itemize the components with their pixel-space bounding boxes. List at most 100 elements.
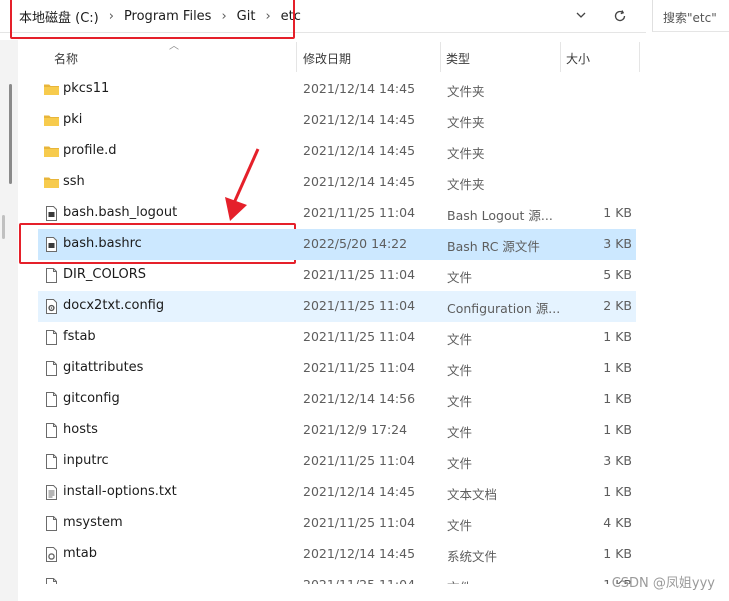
file-name: hosts (63, 422, 98, 437)
file-row[interactable]: bash.bash_logout 2021/11/25 11:04 Bash Log… (38, 198, 636, 229)
file-date: 2021/12/14 14:45 (303, 143, 416, 158)
folder-icon (43, 81, 60, 98)
file-type: 文件 (447, 456, 473, 471)
script-file-icon (43, 205, 60, 222)
file-name: gitattributes (63, 360, 144, 375)
file-row[interactable]: mtab 2021/12/14 14:45 系统文件 1 KB (38, 539, 636, 570)
column-divider[interactable] (639, 42, 640, 72)
scrollbar-thumb[interactable] (9, 84, 12, 184)
folder-icon (43, 143, 60, 160)
file-type: 文件 (447, 332, 473, 347)
system-file-icon (43, 546, 60, 563)
file-date: 2022/5/20 14:22 (303, 236, 408, 251)
sort-up-icon: ︿ (169, 41, 179, 52)
file-type: Bash Logout 源... (447, 208, 553, 223)
file-name: pkcs11 (63, 81, 110, 96)
file-type: 文件 (447, 577, 472, 584)
annotation-box-path (10, 0, 295, 39)
file-row[interactable]: install-options.txt 2021/12/14 14:45 文本文档 1… (38, 477, 636, 508)
column-size[interactable]: 大小 (566, 50, 590, 67)
text-file-icon (43, 484, 60, 501)
file-icon (43, 391, 60, 408)
file-name: gitconfig (63, 391, 120, 406)
file-row[interactable]: 2021/11/25 11:04文件1 KB (38, 570, 636, 584)
file-row[interactable]: gitattributes 2021/11/25 11:04 文件 1 KB (38, 353, 636, 384)
file-icon (43, 422, 60, 439)
file-type: 文本文档 (447, 487, 498, 502)
file-icon (43, 577, 60, 584)
refresh-icon[interactable] (612, 8, 628, 24)
column-type[interactable]: 类型 (446, 50, 470, 67)
file-size: 3 KB (603, 236, 632, 251)
file-size: 1 KB (603, 329, 632, 344)
folder-row[interactable]: ssh 2021/12/14 14:45 文件夹 (38, 167, 636, 198)
file-icon (43, 329, 60, 346)
file-name: pki (63, 112, 83, 127)
file-row[interactable]: inputrc 2021/11/25 11:04 文件 3 KB (38, 446, 636, 477)
scrollbar-segment (2, 215, 5, 239)
file-row[interactable]: fstab 2021/11/25 11:04 文件 1 KB (38, 322, 636, 353)
search-input[interactable]: 搜索"etc" (652, 0, 729, 32)
file-row[interactable]: bash.bashrc 2022/5/20 14:22 Bash RC 源文件 3 K… (38, 229, 636, 260)
file-type: 文件夹 (447, 84, 485, 99)
file-date: 2021/12/14 14:45 (303, 112, 416, 127)
file-type: 文件 (447, 518, 473, 533)
folder-row[interactable]: pkcs11 2021/12/14 14:45 文件夹 (38, 74, 636, 105)
watermark: CSDN @凤姐yyy (611, 576, 715, 591)
folder-row[interactable]: profile.d 2021/12/14 14:45 文件夹 (38, 136, 636, 167)
file-type: 文件夹 (447, 177, 485, 192)
file-date: 2021/11/25 11:04 (303, 360, 416, 375)
folder-icon (43, 112, 60, 129)
file-icon (43, 453, 60, 470)
column-date[interactable]: 修改日期 (303, 50, 351, 67)
file-type: 文件 (447, 363, 473, 378)
file-name: inputrc (63, 453, 109, 468)
file-row[interactable]: DIR_COLORS 2021/11/25 11:04 文件 5 KB (38, 260, 636, 291)
file-row[interactable]: msystem 2021/11/25 11:04 文件 4 KB (38, 508, 636, 539)
file-size: 1 KB (603, 205, 632, 220)
file-name: ssh (63, 174, 85, 189)
file-size: 2 KB (603, 298, 632, 313)
file-type: 文件 (447, 394, 473, 409)
file-name: docx2txt.config (63, 298, 165, 313)
file-row[interactable]: gitconfig 2021/12/14 14:56 文件 1 KB (38, 384, 636, 415)
file-name: DIR_COLORS (63, 267, 146, 282)
file-icon (43, 515, 60, 532)
file-date: 2021/12/9 17:24 (303, 422, 408, 437)
folder-row[interactable]: pki 2021/12/14 14:45 文件夹 (38, 105, 636, 136)
file-icon (43, 267, 60, 284)
chevron-down-icon[interactable] (574, 8, 588, 22)
column-divider[interactable] (296, 42, 297, 72)
file-date: 2021/11/25 11:04 (303, 453, 416, 468)
file-type: 文件夹 (447, 115, 485, 130)
file-date: 2021/12/14 14:45 (303, 546, 416, 561)
file-date: 2021/12/14 14:45 (303, 174, 416, 189)
column-divider[interactable] (560, 42, 561, 72)
file-date: 2021/11/25 11:04 (303, 577, 415, 584)
file-type: Configuration 源... (447, 301, 561, 316)
file-name: msystem (63, 515, 123, 530)
file-name: mtab (63, 546, 97, 561)
file-row[interactable]: hosts 2021/12/9 17:24 文件 1 KB (38, 415, 636, 446)
navigation-pane-edge (0, 40, 18, 601)
column-header: ︿ 名称 修改日期 类型 大小 (20, 40, 640, 74)
file-size: 1 KB (603, 422, 632, 437)
column-name[interactable]: 名称 (54, 50, 78, 67)
file-type: 系统文件 (447, 549, 498, 564)
file-size: 3 KB (603, 453, 632, 468)
file-date: 2021/11/25 11:04 (303, 515, 416, 530)
script-file-icon (43, 236, 60, 253)
file-date: 2021/11/25 11:04 (303, 205, 416, 220)
column-divider[interactable] (440, 42, 441, 72)
file-size: 4 KB (603, 515, 632, 530)
file-type: 文件 (447, 270, 473, 285)
file-row[interactable]: docx2txt.config 2021/11/25 11:04 Configura… (38, 291, 636, 322)
file-size: 1 KB (603, 484, 632, 499)
file-size: 1 KB (603, 391, 632, 406)
file-name: profile.d (63, 143, 117, 158)
file-type: Bash RC 源文件 (447, 239, 540, 254)
file-date: 2021/12/14 14:45 (303, 81, 416, 96)
folder-icon (43, 174, 60, 191)
file-date: 2021/11/25 11:04 (303, 298, 416, 313)
file-name: bash.bashrc (63, 236, 142, 251)
